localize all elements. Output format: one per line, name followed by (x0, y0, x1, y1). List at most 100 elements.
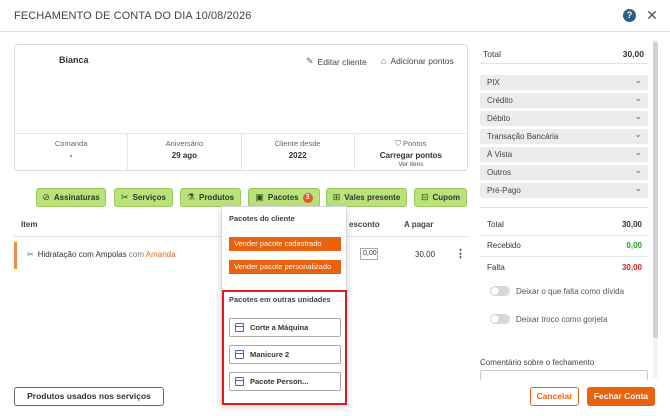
chevron-down-icon: ⌄ (634, 75, 642, 85)
close-icon[interactable]: ✕ (645, 7, 659, 23)
chevron-down-icon: ⌄ (634, 165, 642, 175)
payment-pix[interactable]: PIX ⌄ (480, 75, 648, 90)
products-used-button[interactable]: Produtos usados nos serviços (14, 387, 164, 406)
scissors-icon: ✂ (27, 250, 34, 259)
payment-label: À Vista (487, 150, 513, 159)
debt-toggle-row[interactable]: Deixar o que falta como dívida (490, 286, 624, 296)
client-card: Bianca ✎ Editar cliente ⌂ Adicionar pont… (14, 44, 468, 171)
see-items-link[interactable]: Ver itens (355, 161, 467, 168)
payment-a-vista[interactable]: À Vista ⌄ (480, 147, 648, 162)
payment-transacao-bancaria[interactable]: Transação Bancária ⌄ (480, 129, 648, 144)
chevron-down-icon: ⌄ (634, 111, 642, 121)
check-circle-icon: ⊘ (42, 192, 50, 202)
stat-label: Cliente desde (274, 139, 321, 148)
summary-missing-label: Falta (487, 263, 505, 272)
summary-total: Total 30,00 (487, 220, 642, 229)
calendar-icon (235, 377, 244, 386)
col-header-to-pay: A pagar (404, 220, 434, 229)
add-points-button[interactable]: ⌂ Adicionar pontos (381, 56, 454, 66)
cupom-label: Cupom (432, 193, 461, 202)
chevron-down-icon: ⌄ (634, 129, 642, 139)
tag-icon: ⌂ (381, 56, 387, 66)
summary-total-label: Total (487, 220, 504, 229)
edit-client-label: Editar cliente (317, 56, 367, 67)
stat-label: ⛉ Pontos (355, 139, 467, 149)
help-icon[interactable]: ? (623, 9, 636, 22)
scissors-icon: ✂ (121, 192, 129, 202)
professional-name[interactable]: Amanda (146, 250, 176, 259)
client-name: Bianca (59, 55, 89, 65)
payment-label: Débito (487, 114, 511, 123)
comment-textarea[interactable] (480, 370, 648, 380)
chevron-down-icon: ⌄ (634, 147, 642, 157)
divider (480, 235, 648, 236)
stat-points[interactable]: ⛉ Pontos Carregar pontos Ver itens (353, 134, 467, 171)
summary-missing-value: 30,00 (621, 263, 642, 272)
points-icon: ⛉ (395, 139, 404, 148)
summary-total-value: 30,00 (621, 220, 642, 229)
calendar-icon (235, 323, 244, 332)
more-options-icon[interactable]: ⋮ (455, 247, 466, 260)
payment-label: Pré-Pago (487, 186, 521, 195)
summary-received-value: 0,00 (626, 241, 642, 250)
vales-presente-button[interactable]: ⊞ Vales presente (326, 188, 407, 207)
tip-toggle-row[interactable]: Deixar troco como gorjeta (490, 314, 608, 324)
chevron-down-icon: ⌄ (634, 93, 642, 103)
edit-user-icon: ✎ (306, 56, 314, 66)
scrollbar-thumb[interactable] (653, 42, 658, 338)
servicos-label: Serviços (132, 193, 166, 202)
stat-value: - (69, 151, 73, 160)
sell-registered-package-button[interactable]: Vender pacote cadastrado (229, 237, 341, 251)
payment-summary: Total 30,00 Recebido 0,00 Falta 30,00 De… (480, 207, 648, 342)
payment-label: Outros (487, 168, 512, 177)
package-item[interactable]: Pacote Person... (229, 372, 341, 391)
gift-card-icon: ⊞ (332, 192, 341, 202)
load-points-link[interactable]: Carregar pontos (355, 151, 467, 160)
assinaturas-label: Assinaturas (53, 193, 100, 202)
panel-total: Total 30,00 (480, 44, 648, 64)
summary-received: Recebido 0,00 (487, 241, 642, 250)
package-item[interactable]: Manicure 2 (229, 345, 341, 364)
summary-received-label: Recebido (487, 241, 521, 250)
chevron-down-icon: ⌄ (634, 183, 642, 193)
debt-toggle[interactable] (490, 286, 510, 296)
total-value: 30,00 (622, 49, 644, 59)
payment-pre-pago[interactable]: Pré-Pago ⌄ (480, 183, 648, 198)
service-name: Hidratação com Ampolas (37, 250, 127, 259)
sell-custom-package-button[interactable]: Vender pacote personalizado (229, 260, 341, 274)
servicos-button[interactable]: ✂ Serviços (114, 188, 173, 207)
stat-label: Comanda (54, 139, 88, 148)
edit-client-button[interactable]: ✎ Editar cliente (306, 56, 367, 67)
add-points-label: Adicionar pontos (390, 56, 454, 66)
close-account-button[interactable]: Fechar Conta (587, 387, 655, 406)
stat-value: 2022 (288, 151, 307, 160)
package-item[interactable]: Corte a Máquina (229, 318, 341, 337)
tip-toggle[interactable] (490, 314, 510, 324)
product-icon: ⚗ (186, 192, 195, 202)
with-label: com (128, 250, 144, 259)
cancel-button[interactable]: Cancelar (530, 387, 579, 406)
packages-dropdown: Pacotes do cliente Vender pacote cadastr… (221, 206, 347, 405)
stat-value: 29 ago (171, 151, 198, 160)
pacotes-label: Pacotes (267, 193, 299, 202)
cupom-button[interactable]: ⊟ Cupom (414, 188, 467, 207)
payment-outros[interactable]: Outros ⌄ (480, 165, 648, 180)
produtos-button[interactable]: ⚗ Produtos (180, 188, 241, 207)
pacotes-button[interactable]: ▣ Pacotes 3 (248, 188, 320, 207)
points-label: Pontos (403, 139, 427, 148)
row-item-name: ✂ Hidratação com Ampolas com Amanda (27, 250, 176, 259)
vales-presente-label: Vales presente (344, 193, 401, 202)
payment-credito[interactable]: Crédito ⌄ (480, 93, 648, 108)
payment-label: PIX (487, 78, 500, 87)
produtos-label: Produtos (198, 193, 235, 202)
other-units-title: Pacotes em outras unidades (229, 295, 331, 304)
stat-birthday: Aniversário 29 ago (127, 134, 240, 171)
package-name: Manicure 2 (250, 350, 290, 359)
discount-input[interactable]: 0,00 (360, 248, 378, 260)
payment-debito[interactable]: Débito ⌄ (480, 111, 648, 126)
divider (480, 256, 648, 257)
col-header-discount: esconto (349, 220, 380, 229)
debt-toggle-label: Deixar o que falta como dívida (516, 286, 625, 296)
assinaturas-button[interactable]: ⊘ Assinaturas (36, 188, 106, 207)
package-name: Corte a Máquina (250, 323, 309, 332)
